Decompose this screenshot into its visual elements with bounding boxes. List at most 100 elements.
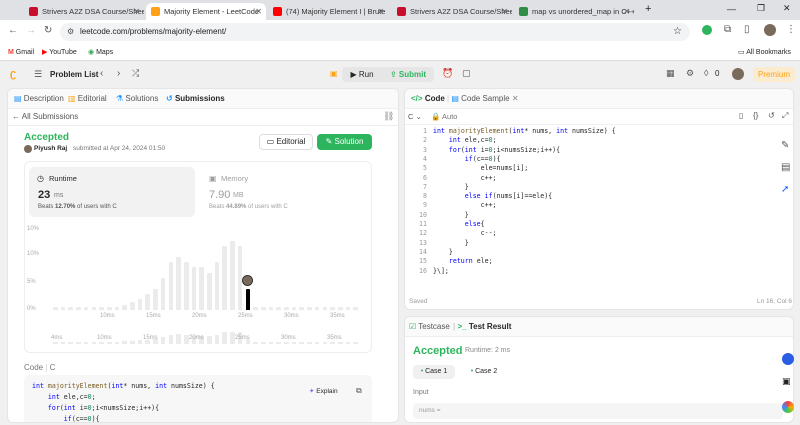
leetcode-logo-icon[interactable]: ʗ [10,68,16,80]
your-submission-marker[interactable] [241,274,253,286]
forward-arrow-icon[interactable]: → [26,25,36,36]
browser-tab[interactable]: Strivers A2Z DSA Course/Shee ✕ [24,3,144,20]
chart-bar[interactable] [260,307,266,310]
tab-submissions[interactable]: ↺ Submissions [166,94,225,103]
minimize-icon[interactable]: — [727,4,736,14]
braces-icon[interactable]: {} [753,111,758,120]
chart-bar[interactable] [130,302,135,310]
reset-icon[interactable]: ↺ [768,111,775,120]
editorial-button[interactable]: ▭ Editorial [259,134,313,150]
chart-bar[interactable] [230,240,235,310]
close-tab-icon[interactable]: ✕ [501,3,508,20]
chart-bar[interactable] [183,262,189,310]
chart-bar[interactable] [60,307,66,310]
extension-icon[interactable] [702,25,712,35]
copy-icon[interactable]: ⧉ [356,386,362,396]
chart-bar[interactable] [353,307,358,310]
browser-tab[interactable]: (74) Majority Element I | Brute ✕ [268,3,388,20]
chart-bar[interactable] [322,307,328,310]
problem-list-link[interactable]: Problem List [50,70,98,79]
chart-bar[interactable] [307,307,312,310]
chart-bar[interactable] [137,299,143,310]
sidepanel-icon[interactable]: ▯ [744,24,750,35]
site-info-icon[interactable]: ⚙ [67,23,74,41]
translate-icon[interactable]: ▤ [781,162,790,173]
auto-mode[interactable]: 🔒 Auto [431,112,457,121]
ai-pen-icon[interactable]: ✎ [781,140,789,151]
close-tab-icon[interactable]: ✕ [623,3,630,20]
tab-solutions[interactable]: ⚗ Solutions [116,94,158,103]
notes-icon[interactable]: ▢ [462,68,471,79]
chart-bar[interactable] [253,307,258,310]
back-arrow-icon[interactable]: ← [8,25,18,36]
chart-bar[interactable] [268,307,274,310]
settings-icon[interactable]: ⚙ [686,68,694,79]
close-tab-icon[interactable]: ✕ [133,3,140,20]
bookmark-icon[interactable]: ▯ [739,111,743,120]
streak-icon[interactable]: ◊ [704,68,708,78]
chart-bar[interactable] [199,267,204,310]
runtime-card[interactable]: ◷ Runtime 23 ms Beats 12.70% of users wi… [29,167,195,217]
close-tab-icon[interactable]: ✕ [255,3,262,20]
chart-bar[interactable] [207,272,212,310]
reader-icon[interactable]: ▣ [782,376,791,387]
chart-bar[interactable] [76,307,81,310]
browser-tab[interactable]: Majority Element - LeetCode ✕ [146,3,266,20]
rocket-icon[interactable]: ➚ [781,184,789,195]
url-input[interactable]: ⚙ leetcode.com/problems/majority-element… [60,23,690,41]
fullscreen-icon[interactable]: ⤢ [782,111,788,121]
close-window-icon[interactable]: ✕ [783,3,791,14]
chart-bar[interactable] [299,307,304,310]
user-avatar[interactable] [732,68,744,80]
chart-bar[interactable] [337,307,343,310]
chart-bar[interactable] [83,307,89,310]
colorful-app-icon[interactable] [782,401,794,413]
chart-bar[interactable] [91,307,97,310]
chart-bar[interactable] [122,304,127,310]
chart-bar[interactable] [276,307,281,310]
language-select[interactable]: C ⌄ [408,112,422,121]
chart-bar[interactable] [53,307,58,310]
chart-bar[interactable] [222,246,227,310]
chart-bar[interactable] [330,307,335,310]
share-link-icon[interactable]: ⛓ [383,111,394,122]
maximize-icon[interactable]: ❐ [757,3,765,14]
chart-bar[interactable] [284,307,289,310]
memory-card[interactable]: ▣ Memory 7.90 MB Beats 44.89% of users w… [203,167,369,217]
menu-dots-icon[interactable]: ⋮ [786,24,796,35]
browser-tab[interactable]: Strivers A2Z DSA Course/Shee ✕ [392,3,512,20]
layout-icon[interactable]: ▦ [666,68,675,79]
tab-description[interactable]: ▤ Description [14,94,64,103]
tab-test-result[interactable]: | >_ Test Result [453,322,511,331]
chart-bar[interactable] [214,262,220,310]
bookmark-youtube[interactable]: ▶ YouTube [42,47,77,58]
all-submissions-link[interactable]: ← All Submissions [12,112,78,121]
assistant-icon[interactable] [782,353,794,365]
chart-bar[interactable] [153,288,158,310]
puzzle-icon[interactable]: ⧉ [724,24,731,35]
chart-bar[interactable] [176,256,181,310]
case-1-tab[interactable]: • Case 1 [413,365,455,379]
chart-bar[interactable] [114,307,120,310]
chart-bar[interactable] [191,267,197,310]
next-problem-icon[interactable]: › [117,68,120,79]
chart-bar[interactable] [160,278,166,310]
chart-bar[interactable] [68,307,73,310]
code-editor[interactable]: 1 int majorityElement(int* nums, int nums… [405,127,793,287]
close-tab-icon[interactable]: ✕ [377,3,384,20]
tab-testcase[interactable]: ☑ Testcase [409,322,450,331]
bookmark-maps[interactable]: ◉ Maps [88,47,113,58]
chart-bar[interactable] [291,307,297,310]
tab-code[interactable]: </> Code [411,94,445,103]
timer-icon[interactable]: ⏰ [442,68,453,79]
prev-problem-icon[interactable]: ‹ [100,68,103,79]
close-tab-icon[interactable]: ✕ [512,94,519,103]
explain-button[interactable]: ✦ Explain [309,387,338,395]
chart-bar[interactable] [145,294,150,310]
solution-button[interactable]: ✎ Solution [317,134,372,150]
submitter-name[interactable]: Piyush Raj [34,145,67,152]
profile-avatar[interactable] [764,24,776,36]
premium-button[interactable]: Premium [753,67,795,82]
chart-bar[interactable] [314,307,320,310]
browser-tab[interactable]: map vs unordered_map in C++ ✕ [514,3,634,20]
